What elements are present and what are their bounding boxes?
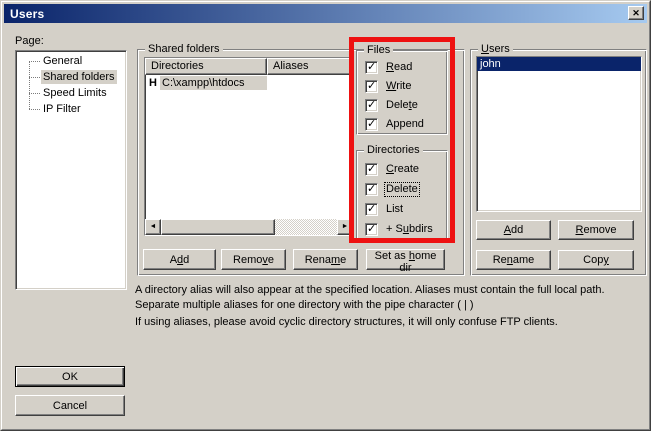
checkbox-box[interactable]: ✓ (365, 80, 378, 93)
checkbox-subdirs[interactable]: ✓ + Subdirs (365, 222, 434, 236)
checkbox-box[interactable]: ✓ (365, 61, 378, 74)
window-title: Users (4, 7, 44, 21)
checkbox-box[interactable]: ✓ (365, 203, 378, 216)
tree-item-shared-folders[interactable]: Shared folders (18, 69, 124, 85)
remove-user-button[interactable]: Remove (558, 220, 634, 240)
tree-item-label: Shared folders (41, 70, 117, 84)
checkbox-label: List (385, 203, 404, 216)
scrollbar-track[interactable] (275, 219, 337, 235)
checkbox-label: Read (385, 61, 413, 74)
table-row[interactable]: H C:\xampp\htdocs (145, 75, 353, 91)
alias-note-text: A directory alias will also appear at th… (135, 283, 641, 313)
column-header-directories[interactable]: Directories (145, 58, 267, 75)
checkmark-icon: ✓ (367, 183, 376, 196)
dialog-frame: Users ✕ Page: General Shared folders Spe… (1, 1, 650, 430)
horizontal-scrollbar[interactable]: ◄ ► (145, 219, 353, 235)
checkbox-label: Append (385, 118, 425, 131)
checkmark-icon: ✓ (367, 203, 376, 216)
remove-directory-button[interactable]: Remove (221, 249, 286, 270)
files-permissions-group: Files ✓ Read ✓ Write ✓ Delete ✓ Append (356, 50, 448, 135)
checkmark-icon: ✓ (367, 163, 376, 176)
rename-user-button[interactable]: Rename (476, 250, 551, 270)
set-as-home-dir-button[interactable]: Set as home dir (366, 249, 445, 270)
page-label: Page: (15, 35, 44, 47)
close-button[interactable]: ✕ (628, 6, 644, 20)
users-listbox[interactable]: john (476, 56, 642, 212)
scroll-left-button[interactable]: ◄ (145, 219, 161, 235)
cyclic-note-text: If using aliases, please avoid cyclic di… (135, 315, 641, 330)
checkbox-label: Create (385, 163, 420, 176)
checkbox-box[interactable]: ✓ (365, 163, 378, 176)
checkbox-delete-directories[interactable]: ✓ Delete (365, 182, 419, 196)
directories-group-label: Directories (364, 144, 423, 157)
checkbox-read[interactable]: ✓ Read (365, 60, 413, 74)
checkmark-icon: ✓ (367, 223, 376, 236)
checkbox-append[interactable]: ✓ Append (365, 117, 425, 131)
checkbox-box[interactable]: ✓ (365, 99, 378, 112)
add-directory-button[interactable]: Add (143, 249, 216, 270)
users-group: Users john Add Remove Rename Copy (470, 49, 647, 276)
files-group-label: Files (364, 44, 393, 57)
checkbox-box[interactable]: ✓ (365, 183, 378, 196)
title-bar[interactable]: Users ✕ (4, 4, 647, 23)
add-user-button[interactable]: Add (476, 220, 551, 240)
home-dir-marker: H (149, 77, 160, 89)
page-tree[interactable]: General Shared folders Speed Limits IP F… (15, 50, 127, 290)
arrow-right-icon: ► (342, 223, 349, 230)
directories-permissions-group: Directories ✓ Create ✓ Delete ✓ List ✓ +… (356, 150, 448, 240)
checkmark-icon: ✓ (367, 118, 376, 131)
list-item-user[interactable]: john (477, 57, 641, 71)
tree-item-speed-limits[interactable]: Speed Limits (18, 85, 124, 101)
checkbox-label: Delete (385, 99, 419, 112)
checkbox-box[interactable]: ✓ (365, 118, 378, 131)
checkbox-list[interactable]: ✓ List (365, 202, 404, 216)
directory-cell[interactable]: C:\xampp\htdocs (160, 76, 267, 90)
checkmark-icon: ✓ (367, 99, 376, 112)
directories-listview[interactable]: Directories Aliases H C:\xampp\htdocs ◄ … (144, 57, 354, 236)
checkmark-icon: ✓ (367, 61, 376, 74)
column-header-aliases[interactable]: Aliases (267, 58, 353, 75)
rename-directory-button[interactable]: Rename (293, 249, 358, 270)
checkbox-write[interactable]: ✓ Write (365, 79, 412, 93)
tree-item-label: IP Filter (41, 102, 83, 116)
close-icon: ✕ (632, 8, 640, 18)
listview-header: Directories Aliases (145, 58, 353, 75)
checkbox-create[interactable]: ✓ Create (365, 162, 420, 176)
ok-button[interactable]: OK (15, 366, 125, 387)
users-dialog: Users ✕ Page: General Shared folders Spe… (0, 0, 651, 431)
shared-folders-group-label: Shared folders (145, 43, 223, 56)
checkbox-box[interactable]: ✓ (365, 223, 378, 236)
arrow-left-icon: ◄ (150, 223, 157, 230)
copy-user-button[interactable]: Copy (558, 250, 634, 270)
tree-item-label: General (41, 54, 84, 68)
checkbox-label: Write (385, 80, 412, 93)
users-group-label: Users (478, 43, 513, 56)
tree-item-ip-filter[interactable]: IP Filter (18, 101, 124, 117)
tree-item-general[interactable]: General (18, 53, 124, 69)
scroll-right-button[interactable]: ► (337, 219, 353, 235)
checkbox-label: Delete (385, 183, 419, 196)
checkmark-icon: ✓ (367, 80, 376, 93)
tree-item-label: Speed Limits (41, 86, 109, 100)
checkbox-delete-files[interactable]: ✓ Delete (365, 98, 419, 112)
scrollbar-thumb[interactable] (161, 219, 275, 235)
cancel-button[interactable]: Cancel (15, 395, 125, 416)
checkbox-label: + Subdirs (385, 223, 434, 236)
